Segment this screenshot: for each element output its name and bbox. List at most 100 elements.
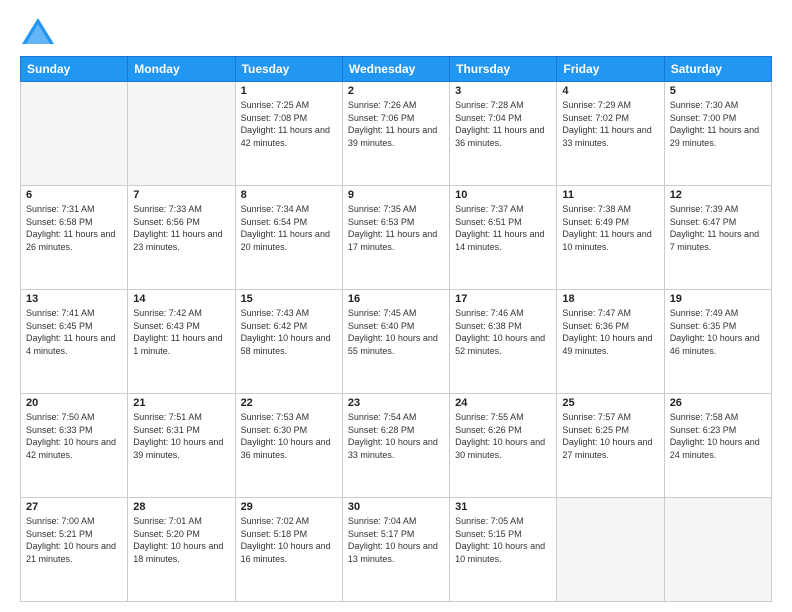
day-info: Sunrise: 7:04 AM Sunset: 5:17 PM Dayligh… [348, 515, 444, 565]
day-number: 14 [133, 293, 229, 305]
day-info: Sunrise: 7:42 AM Sunset: 6:43 PM Dayligh… [133, 307, 229, 357]
calendar-cell: 3 Sunrise: 7:28 AM Sunset: 7:04 PM Dayli… [450, 82, 557, 186]
day-info: Sunrise: 7:33 AM Sunset: 6:56 PM Dayligh… [133, 203, 229, 253]
day-info: Sunrise: 7:50 AM Sunset: 6:33 PM Dayligh… [26, 411, 122, 461]
calendar-cell: 1 Sunrise: 7:25 AM Sunset: 7:08 PM Dayli… [235, 82, 342, 186]
calendar-cell: 25 Sunrise: 7:57 AM Sunset: 6:25 PM Dayl… [557, 394, 664, 498]
day-number: 29 [241, 501, 337, 513]
calendar-cell [21, 82, 128, 186]
day-info: Sunrise: 7:39 AM Sunset: 6:47 PM Dayligh… [670, 203, 766, 253]
logo-icon [20, 16, 56, 46]
calendar-cell: 2 Sunrise: 7:26 AM Sunset: 7:06 PM Dayli… [342, 82, 449, 186]
day-number: 19 [670, 293, 766, 305]
calendar-cell: 8 Sunrise: 7:34 AM Sunset: 6:54 PM Dayli… [235, 186, 342, 290]
calendar-cell: 11 Sunrise: 7:38 AM Sunset: 6:49 PM Dayl… [557, 186, 664, 290]
day-info: Sunrise: 7:38 AM Sunset: 6:49 PM Dayligh… [562, 203, 658, 253]
calendar-cell: 24 Sunrise: 7:55 AM Sunset: 6:26 PM Dayl… [450, 394, 557, 498]
day-info: Sunrise: 7:43 AM Sunset: 6:42 PM Dayligh… [241, 307, 337, 357]
week-row-0: 1 Sunrise: 7:25 AM Sunset: 7:08 PM Dayli… [21, 82, 772, 186]
day-info: Sunrise: 7:01 AM Sunset: 5:20 PM Dayligh… [133, 515, 229, 565]
calendar-cell: 6 Sunrise: 7:31 AM Sunset: 6:58 PM Dayli… [21, 186, 128, 290]
day-number: 7 [133, 189, 229, 201]
day-info: Sunrise: 7:57 AM Sunset: 6:25 PM Dayligh… [562, 411, 658, 461]
day-number: 20 [26, 397, 122, 409]
day-number: 25 [562, 397, 658, 409]
calendar-cell: 10 Sunrise: 7:37 AM Sunset: 6:51 PM Dayl… [450, 186, 557, 290]
day-info: Sunrise: 7:58 AM Sunset: 6:23 PM Dayligh… [670, 411, 766, 461]
day-number: 30 [348, 501, 444, 513]
day-info: Sunrise: 7:31 AM Sunset: 6:58 PM Dayligh… [26, 203, 122, 253]
day-number: 4 [562, 85, 658, 97]
day-info: Sunrise: 7:26 AM Sunset: 7:06 PM Dayligh… [348, 99, 444, 149]
calendar-cell: 27 Sunrise: 7:00 AM Sunset: 5:21 PM Dayl… [21, 498, 128, 602]
calendar-cell: 21 Sunrise: 7:51 AM Sunset: 6:31 PM Dayl… [128, 394, 235, 498]
calendar-cell: 29 Sunrise: 7:02 AM Sunset: 5:18 PM Dayl… [235, 498, 342, 602]
calendar-cell [664, 498, 771, 602]
week-row-1: 6 Sunrise: 7:31 AM Sunset: 6:58 PM Dayli… [21, 186, 772, 290]
day-info: Sunrise: 7:51 AM Sunset: 6:31 PM Dayligh… [133, 411, 229, 461]
day-number: 9 [348, 189, 444, 201]
day-info: Sunrise: 7:35 AM Sunset: 6:53 PM Dayligh… [348, 203, 444, 253]
day-number: 17 [455, 293, 551, 305]
day-info: Sunrise: 7:37 AM Sunset: 6:51 PM Dayligh… [455, 203, 551, 253]
weekday-header-friday: Friday [557, 57, 664, 82]
day-number: 15 [241, 293, 337, 305]
calendar-cell: 9 Sunrise: 7:35 AM Sunset: 6:53 PM Dayli… [342, 186, 449, 290]
calendar-cell [128, 82, 235, 186]
day-info: Sunrise: 7:02 AM Sunset: 5:18 PM Dayligh… [241, 515, 337, 565]
weekday-header-sunday: Sunday [21, 57, 128, 82]
day-info: Sunrise: 7:49 AM Sunset: 6:35 PM Dayligh… [670, 307, 766, 357]
page: SundayMondayTuesdayWednesdayThursdayFrid… [0, 0, 792, 612]
calendar-cell: 22 Sunrise: 7:53 AM Sunset: 6:30 PM Dayl… [235, 394, 342, 498]
day-number: 16 [348, 293, 444, 305]
day-number: 11 [562, 189, 658, 201]
day-info: Sunrise: 7:45 AM Sunset: 6:40 PM Dayligh… [348, 307, 444, 357]
day-info: Sunrise: 7:05 AM Sunset: 5:15 PM Dayligh… [455, 515, 551, 565]
calendar-cell: 20 Sunrise: 7:50 AM Sunset: 6:33 PM Dayl… [21, 394, 128, 498]
calendar-cell: 30 Sunrise: 7:04 AM Sunset: 5:17 PM Dayl… [342, 498, 449, 602]
calendar-cell: 18 Sunrise: 7:47 AM Sunset: 6:36 PM Dayl… [557, 290, 664, 394]
day-number: 23 [348, 397, 444, 409]
day-number: 26 [670, 397, 766, 409]
day-number: 24 [455, 397, 551, 409]
day-number: 3 [455, 85, 551, 97]
day-number: 22 [241, 397, 337, 409]
day-info: Sunrise: 7:34 AM Sunset: 6:54 PM Dayligh… [241, 203, 337, 253]
day-info: Sunrise: 7:41 AM Sunset: 6:45 PM Dayligh… [26, 307, 122, 357]
calendar-cell: 13 Sunrise: 7:41 AM Sunset: 6:45 PM Dayl… [21, 290, 128, 394]
day-info: Sunrise: 7:28 AM Sunset: 7:04 PM Dayligh… [455, 99, 551, 149]
day-info: Sunrise: 7:30 AM Sunset: 7:00 PM Dayligh… [670, 99, 766, 149]
calendar-cell: 4 Sunrise: 7:29 AM Sunset: 7:02 PM Dayli… [557, 82, 664, 186]
weekday-header-monday: Monday [128, 57, 235, 82]
calendar-cell: 19 Sunrise: 7:49 AM Sunset: 6:35 PM Dayl… [664, 290, 771, 394]
calendar-cell: 7 Sunrise: 7:33 AM Sunset: 6:56 PM Dayli… [128, 186, 235, 290]
day-info: Sunrise: 7:25 AM Sunset: 7:08 PM Dayligh… [241, 99, 337, 149]
calendar-cell [557, 498, 664, 602]
day-number: 31 [455, 501, 551, 513]
calendar-cell: 26 Sunrise: 7:58 AM Sunset: 6:23 PM Dayl… [664, 394, 771, 498]
calendar-table: SundayMondayTuesdayWednesdayThursdayFrid… [20, 56, 772, 602]
day-info: Sunrise: 7:46 AM Sunset: 6:38 PM Dayligh… [455, 307, 551, 357]
day-number: 21 [133, 397, 229, 409]
day-info: Sunrise: 7:00 AM Sunset: 5:21 PM Dayligh… [26, 515, 122, 565]
day-info: Sunrise: 7:47 AM Sunset: 6:36 PM Dayligh… [562, 307, 658, 357]
weekday-header-thursday: Thursday [450, 57, 557, 82]
weekday-header-row: SundayMondayTuesdayWednesdayThursdayFrid… [21, 57, 772, 82]
day-number: 1 [241, 85, 337, 97]
week-row-2: 13 Sunrise: 7:41 AM Sunset: 6:45 PM Dayl… [21, 290, 772, 394]
calendar-cell: 16 Sunrise: 7:45 AM Sunset: 6:40 PM Dayl… [342, 290, 449, 394]
day-number: 18 [562, 293, 658, 305]
day-info: Sunrise: 7:54 AM Sunset: 6:28 PM Dayligh… [348, 411, 444, 461]
day-number: 10 [455, 189, 551, 201]
day-number: 6 [26, 189, 122, 201]
day-number: 13 [26, 293, 122, 305]
calendar-cell: 28 Sunrise: 7:01 AM Sunset: 5:20 PM Dayl… [128, 498, 235, 602]
day-info: Sunrise: 7:53 AM Sunset: 6:30 PM Dayligh… [241, 411, 337, 461]
day-number: 28 [133, 501, 229, 513]
week-row-4: 27 Sunrise: 7:00 AM Sunset: 5:21 PM Dayl… [21, 498, 772, 602]
day-number: 5 [670, 85, 766, 97]
calendar-cell: 14 Sunrise: 7:42 AM Sunset: 6:43 PM Dayl… [128, 290, 235, 394]
weekday-header-tuesday: Tuesday [235, 57, 342, 82]
header [20, 16, 772, 46]
calendar-cell: 15 Sunrise: 7:43 AM Sunset: 6:42 PM Dayl… [235, 290, 342, 394]
